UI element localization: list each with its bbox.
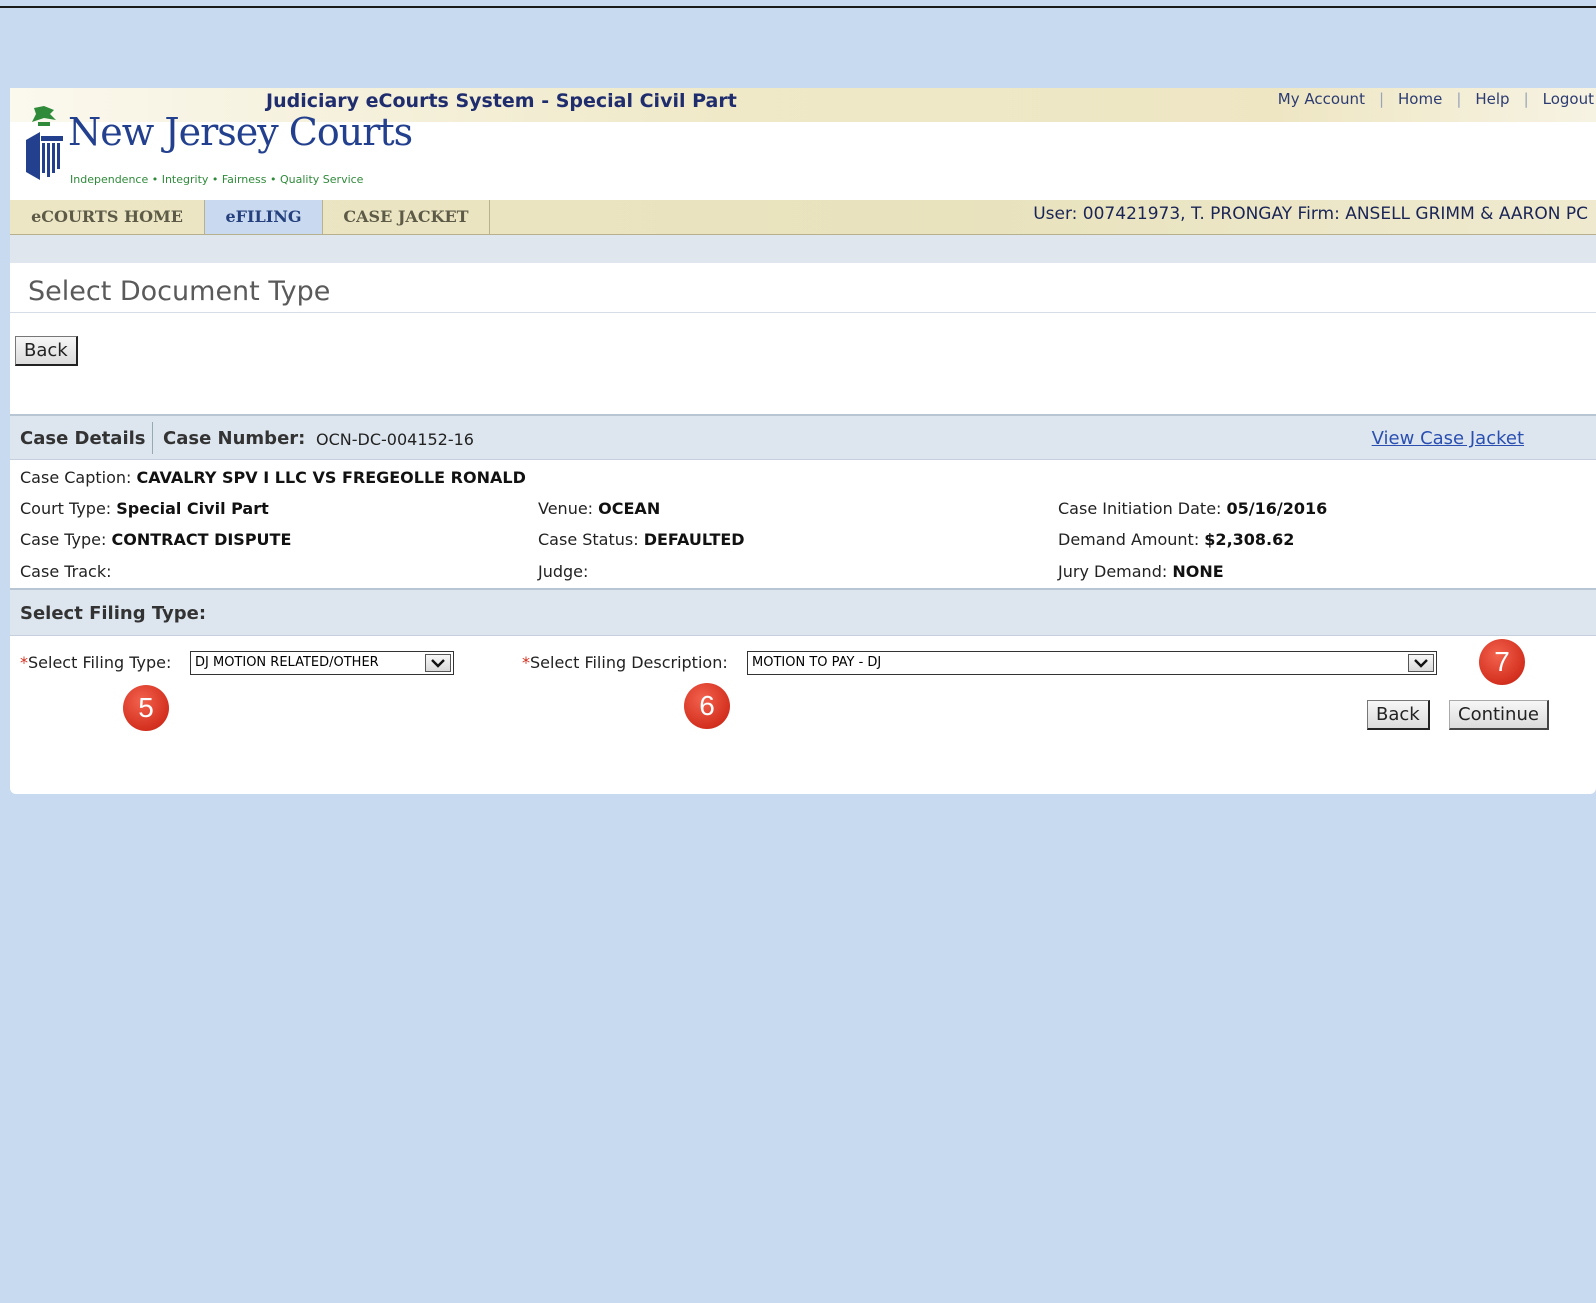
- init-date-value: 05/16/2016: [1226, 499, 1328, 518]
- jury-demand-label: Jury Demand:: [1058, 562, 1168, 581]
- case-type-value: CONTRACT DISPUTE: [111, 530, 292, 549]
- filing-description-value: MOTION TO PAY - DJ: [752, 655, 882, 670]
- back-button-top[interactable]: Back: [15, 336, 78, 366]
- page-container: Judiciary eCourts System - Special Civil…: [10, 88, 1596, 794]
- case-status-value: DEFAULTED: [643, 530, 745, 549]
- user-info: User: 007421973, T. PRONGAY Firm: ANSELL…: [1033, 204, 1588, 224]
- logo-tagline: Independence • Integrity • Fairness • Qu…: [70, 173, 364, 186]
- case-caption: Case Caption: CAVALRY SPV I LLC VS FREGE…: [20, 468, 526, 487]
- demand-label: Demand Amount:: [1058, 530, 1200, 549]
- court-type: Court Type: Special Civil Part: [20, 499, 269, 518]
- required-marker: *: [522, 653, 530, 672]
- case-number: OCN-DC-004152-16: [316, 430, 474, 449]
- filing-type-select[interactable]: DJ MOTION RELATED/OTHER: [190, 651, 454, 675]
- callout-badge-5: 5: [123, 685, 169, 731]
- judge: Judge:: [538, 562, 588, 581]
- venue-label: Venue:: [538, 499, 594, 518]
- case-status-label: Case Status:: [538, 530, 639, 549]
- case-track: Case Track:: [20, 562, 112, 581]
- callout-badge-6: 6: [684, 683, 730, 729]
- filing-type-label-text: Select Filing Type:: [28, 653, 172, 672]
- logo-title: New Jersey Courts: [68, 110, 413, 154]
- tab-case-jacket[interactable]: CASE JACKET: [323, 200, 490, 234]
- filing-description-label-text: Select Filing Description:: [530, 653, 728, 672]
- select-filing-section-label: Select Filing Type:: [20, 603, 207, 624]
- callout-badge-7: 7: [1479, 639, 1525, 685]
- jury-demand: Jury Demand: NONE: [1058, 562, 1224, 581]
- filing-description-label: *Select Filing Description:: [522, 653, 728, 672]
- demand-value: $2,308.62: [1204, 530, 1295, 549]
- case-initiation-date: Case Initiation Date: 05/16/2016: [1058, 499, 1327, 518]
- case-details-header: Case Details Case Number: OCN-DC-004152-…: [10, 414, 1596, 460]
- court-type-label: Court Type:: [20, 499, 112, 518]
- system-title: Judiciary eCourts System - Special Civil…: [266, 90, 737, 112]
- chevron-down-icon[interactable]: [1408, 654, 1434, 672]
- select-filing-header: Select Filing Type:: [10, 588, 1596, 636]
- case-details-label: Case Details: [20, 428, 146, 449]
- court-type-value: Special Civil Part: [116, 499, 269, 518]
- filing-type-label: *Select Filing Type:: [20, 653, 171, 672]
- home-link[interactable]: Home: [1398, 90, 1442, 108]
- top-border-line: [0, 6, 1596, 8]
- venue: Venue: OCEAN: [538, 499, 660, 518]
- case-number-label: Case Number:: [163, 428, 306, 449]
- header-separator: [152, 422, 153, 454]
- logout-link[interactable]: Logout: [1543, 90, 1594, 108]
- back-button[interactable]: Back: [1367, 700, 1430, 730]
- view-case-jacket-link[interactable]: View Case Jacket: [1372, 428, 1524, 449]
- continue-button[interactable]: Continue: [1449, 700, 1549, 730]
- link-separator: |: [1523, 90, 1529, 108]
- link-separator: |: [1378, 90, 1385, 108]
- filing-description-select[interactable]: MOTION TO PAY - DJ: [747, 651, 1437, 675]
- judge-label: Judge:: [538, 562, 589, 581]
- my-account-link[interactable]: My Account: [1278, 90, 1365, 108]
- nav-spacer: [10, 235, 1596, 263]
- case-caption-value: CAVALRY SPV I LLC VS FREGEOLLE RONALD: [136, 468, 526, 487]
- demand-amount: Demand Amount: $2,308.62: [1058, 530, 1294, 549]
- case-status: Case Status: DEFAULTED: [538, 530, 745, 549]
- tab-ecourts-home[interactable]: eCOURTS HOME: [10, 200, 205, 234]
- jury-demand-value: NONE: [1172, 562, 1224, 581]
- main-nav: eCOURTS HOME eFILING CASE JACKET User: 0…: [10, 200, 1596, 235]
- help-link[interactable]: Help: [1475, 90, 1509, 108]
- case-caption-label: Case Caption:: [20, 468, 132, 487]
- case-type-label: Case Type:: [20, 530, 107, 549]
- link-separator: |: [1456, 90, 1462, 108]
- title-divider: [10, 312, 1596, 313]
- nj-courts-logo-icon: [20, 106, 68, 200]
- init-date-label: Case Initiation Date:: [1058, 499, 1222, 518]
- filing-type-value: DJ MOTION RELATED/OTHER: [195, 655, 379, 670]
- venue-value: OCEAN: [598, 499, 661, 518]
- required-marker: *: [20, 653, 28, 672]
- case-track-label: Case Track:: [20, 562, 112, 581]
- chevron-down-icon[interactable]: [425, 654, 451, 672]
- case-type: Case Type: CONTRACT DISPUTE: [20, 530, 291, 549]
- page-title: Select Document Type: [28, 276, 331, 307]
- top-links: My Account | Home | Help | Logout: [1278, 90, 1594, 108]
- tab-efiling[interactable]: eFILING: [205, 200, 323, 234]
